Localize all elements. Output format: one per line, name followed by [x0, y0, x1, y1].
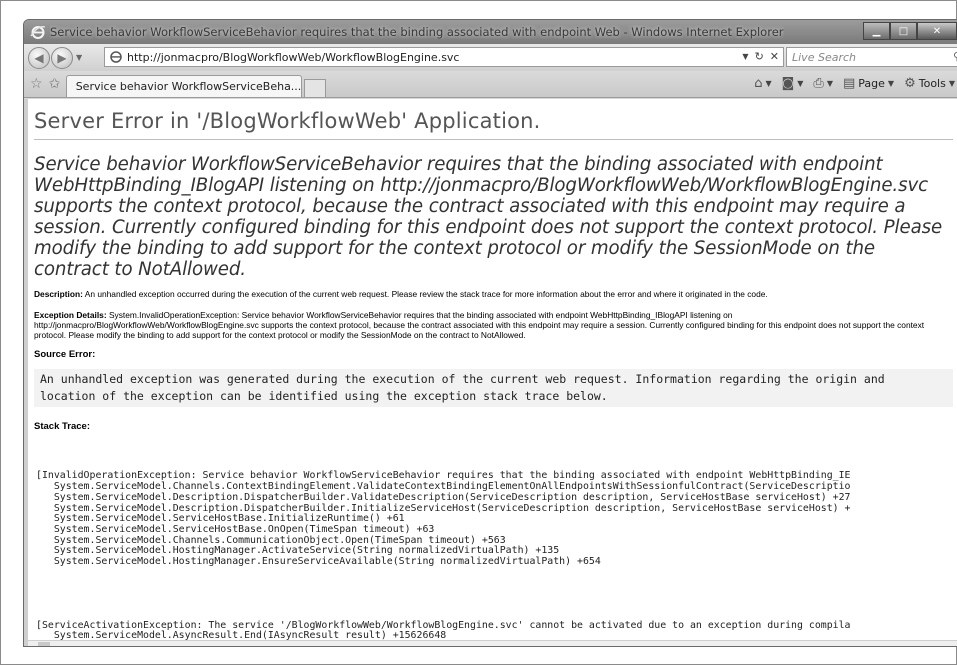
page-heading: Server Error in '/BlogWorkflowWeb' Appli… — [34, 109, 953, 140]
forward-button[interactable]: ▶ — [51, 46, 73, 69]
description-text: An unhandled exception occurred during t… — [84, 289, 768, 299]
window-title: Service behavior WorkflowServiceBehavior… — [50, 25, 784, 39]
address-bar[interactable]: http://jonmacpro/BlogWorkflowWeb/Workflo… — [104, 47, 784, 67]
window-controls: ▁ □ ✕ — [863, 22, 957, 40]
exception-details-label: Exception Details: — [34, 310, 107, 320]
refresh-icon[interactable]: ↻ — [755, 50, 764, 63]
favorites-star-icon[interactable]: ☆ — [30, 76, 43, 92]
print-button[interactable]: ⎙ ▼ — [813, 76, 833, 91]
internet-explorer-icon — [30, 26, 46, 39]
stack-trace-spacer — [36, 589, 953, 599]
source-error-text: An unhandled exception was generated dur… — [34, 369, 953, 407]
scrollbar-thumb[interactable] — [38, 642, 50, 646]
home-button[interactable]: ⌂ ▼ — [754, 76, 771, 91]
new-tab-button[interactable] — [304, 79, 327, 97]
tab-label: Service behavior WorkflowServiceBeha... — [75, 80, 302, 93]
home-icon: ⌂ — [754, 76, 763, 91]
minimize-icon: ▁ — [872, 25, 881, 37]
page-menu-button[interactable]: ▤ Page ▼ — [843, 76, 894, 91]
printer-icon: ⎙ — [813, 76, 824, 91]
stack-trace: [InvalidOperationException: Service beha… — [34, 450, 953, 646]
figure-frame: Service behavior WorkflowServiceBehavior… — [0, 0, 957, 665]
address-url: http://jonmacpro/BlogWorkflowWeb/Workflo… — [127, 50, 460, 64]
home-dropdown-icon: ▼ — [765, 79, 772, 88]
search-placeholder: Live Search — [792, 50, 856, 64]
page-menu-label: Page — [858, 77, 885, 90]
maximize-icon: □ — [898, 25, 909, 37]
site-favicon-icon — [110, 51, 122, 63]
browser-window: Service behavior WorkflowServiceBehavior… — [23, 19, 957, 647]
page-dropdown-icon: ▼ — [887, 79, 895, 88]
page-content: Server Error in '/BlogWorkflowWeb' Appli… — [28, 99, 957, 646]
address-actions: ▼ ↻ ✕ — [742, 50, 779, 63]
feeds-dropdown-icon: ▼ — [797, 79, 804, 88]
gear-icon: ⚙ — [904, 76, 916, 91]
favorites-buttons: ☆ ✩ — [24, 76, 66, 97]
search-icon[interactable]: ⚲ — [953, 50, 957, 63]
minimize-button[interactable]: ▁ — [863, 22, 890, 40]
tools-menu-label: Tools — [918, 77, 946, 90]
print-dropdown-icon: ▼ — [826, 79, 833, 88]
add-favorites-icon[interactable]: ✩ — [49, 76, 61, 92]
error-message: Service behavior WorkflowServiceBehavior… — [34, 154, 943, 280]
tab-row: ☆ ✩ Service behavior WorkflowServiceBeha… — [24, 71, 957, 98]
tools-menu-button[interactable]: ⚙ Tools ▼ — [904, 76, 955, 91]
close-icon: ✕ — [932, 25, 942, 37]
tab-active[interactable]: Service behavior WorkflowServiceBeha... — [66, 75, 303, 97]
stack-trace-label: Stack Trace: — [34, 421, 90, 432]
recent-pages-dropdown-icon[interactable]: ▼ — [76, 53, 82, 62]
exception-details-text: System.InvalidOperationException: Servic… — [34, 310, 925, 340]
stack-trace-block-2: [ServiceActivationException: The service… — [36, 619, 851, 642]
description-block: Description: An unhandled exception occu… — [34, 289, 953, 299]
back-button[interactable]: ◀ — [28, 46, 50, 69]
horizontal-scrollbar[interactable] — [28, 640, 957, 646]
description-label: Description: — [34, 289, 83, 299]
address-dropdown-icon[interactable]: ▼ — [742, 52, 748, 63]
source-error-label: Source Error: — [34, 349, 96, 360]
stop-icon[interactable]: ✕ — [770, 50, 779, 63]
search-input[interactable]: Live Search ⚲ — [786, 47, 957, 67]
close-button[interactable]: ✕ — [917, 22, 957, 40]
forward-arrow-icon: ▶ — [57, 50, 67, 65]
title-bar[interactable]: Service behavior WorkflowServiceBehavior… — [24, 20, 957, 44]
command-bar: ⌂ ▼ ◙ ▼ ⎙ ▼ ▤ Page ▼ ⚙ Tools ▼ — [754, 76, 955, 91]
page-viewport[interactable]: Server Error in '/BlogWorkflowWeb' Appli… — [24, 99, 957, 646]
back-arrow-icon: ◀ — [34, 50, 44, 65]
address-row: ◀ ▶ ▼ http://jonmacpro/BlogWorkflowWeb/W… — [24, 44, 957, 71]
rss-feed-icon: ◙ — [781, 76, 795, 91]
tools-dropdown-icon: ▼ — [948, 79, 955, 88]
maximize-button[interactable]: □ — [890, 22, 917, 40]
exception-details-block: Exception Details: System.InvalidOperati… — [34, 310, 953, 340]
stack-trace-block-1: [InvalidOperationException: Service beha… — [36, 470, 851, 568]
feeds-button[interactable]: ◙ ▼ — [782, 76, 804, 91]
page-icon: ▤ — [842, 76, 856, 91]
